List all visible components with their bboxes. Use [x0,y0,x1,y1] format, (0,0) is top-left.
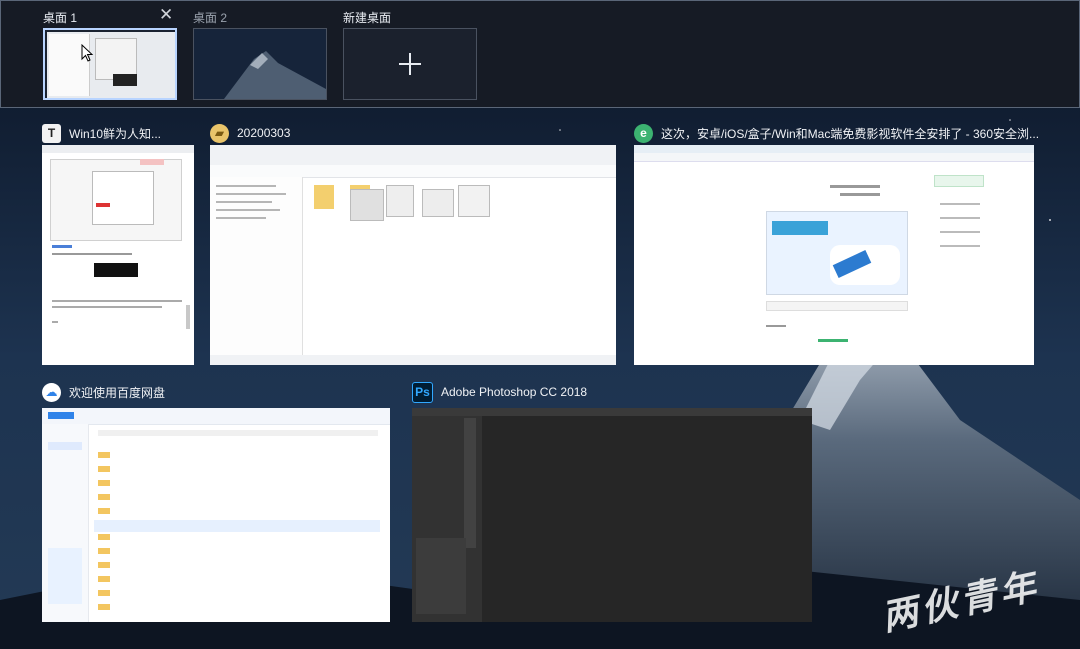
mouse-cursor-icon [81,44,94,62]
desktop-1-label: 桌面 1 [43,11,78,25]
window-file-explorer-thumbnail[interactable] [210,145,616,365]
browser-icon: e [634,123,653,143]
cloud-icon: ☁ [42,382,61,402]
typora-icon: T [42,123,61,143]
folder-icon: ▰ [210,123,229,143]
window-file-explorer[interactable]: ▰ 20200303 [210,121,616,367]
window-typora-header: T Win10鲜为人知... [42,121,161,145]
window-title: 这次，安卓/iOS/盒子/Win和Mac端免费影视软件全安排了 - 360安全浏… [661,126,1040,141]
desktop-2-thumbnail[interactable] [193,28,327,100]
photoshop-icon: Ps [412,381,433,403]
new-desktop-label: 新建桌面 [343,11,392,25]
window-title: 20200303 [237,126,291,140]
window-photoshop-thumbnail[interactable] [412,408,812,622]
window-baidu-netdisk[interactable]: ☁ 欢迎使用百度网盘 [42,380,390,624]
close-icon[interactable]: ✕ [159,6,173,23]
window-title: Win10鲜为人知... [69,126,162,141]
plus-icon [399,53,421,75]
window-typora-thumbnail[interactable] [42,145,194,365]
new-desktop-button[interactable] [343,28,477,100]
virtual-desktops-bar: 桌面 1 ✕ 桌面 2 新建桌面 [0,0,1080,108]
window-360-browser-header: e 这次，安卓/iOS/盒子/Win和Mac端免费影视软件全安排了 - 360安… [634,121,1039,145]
desktop-1-thumbnail[interactable] [43,28,177,100]
window-photoshop[interactable]: Ps Adobe Photoshop CC 2018 [412,380,812,624]
window-360-browser-thumbnail[interactable] [634,145,1034,365]
window-title: 欢迎使用百度网盘 [69,385,166,400]
window-title: Adobe Photoshop CC 2018 [441,385,588,399]
window-typora[interactable]: T Win10鲜为人知... [42,121,194,367]
window-photoshop-header: Ps Adobe Photoshop CC 2018 [412,380,587,404]
desktop-2-label: 桌面 2 [193,11,228,25]
window-baidu-netdisk-header: ☁ 欢迎使用百度网盘 [42,380,165,404]
window-baidu-netdisk-thumbnail[interactable] [42,408,390,622]
desktop-2-wallpaper [194,29,326,99]
window-file-explorer-header: ▰ 20200303 [210,121,290,145]
window-360-browser[interactable]: e 这次，安卓/iOS/盒子/Win和Mac端免费影视软件全安排了 - 360安… [634,121,1039,367]
